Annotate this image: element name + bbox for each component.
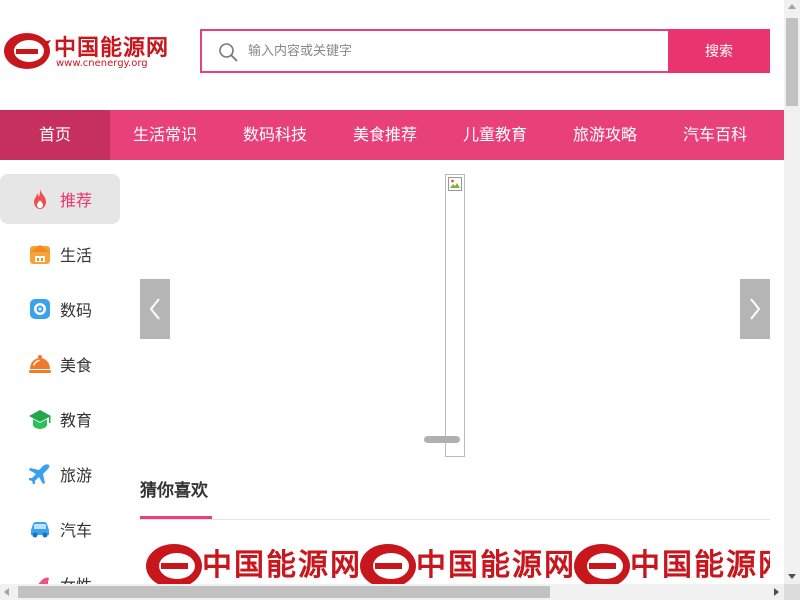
house-icon — [30, 245, 50, 264]
chevron-left-icon — [149, 298, 160, 320]
chevron-right-icon — [750, 298, 761, 320]
sidebar-item-food[interactable]: 美食 — [0, 339, 120, 389]
sidebar-item-auto[interactable]: 汽车 — [0, 504, 120, 554]
card-logo-mark-icon — [360, 544, 416, 584]
nav-item-life-tips[interactable]: 生活常识 — [110, 110, 220, 160]
scroll-left-arrow-icon[interactable] — [4, 588, 9, 596]
nav-item-kids-education[interactable]: 儿童教育 — [440, 110, 550, 160]
sidebar-item-label: 美食 — [60, 356, 93, 375]
banner-image[interactable] — [445, 174, 465, 457]
sidebar-item-recommend[interactable]: 推荐 — [0, 174, 120, 224]
vertical-scrollbar[interactable] — [784, 0, 800, 584]
card-logo-mark-icon — [146, 544, 202, 584]
nav-item-digital-tech[interactable]: 数码科技 — [220, 110, 330, 160]
recommend-card[interactable]: 中国能源网 — [140, 536, 360, 584]
sidebar-item-label: 汽车 — [60, 521, 93, 540]
sidebar-item-travel[interactable]: 旅游 — [0, 449, 120, 499]
horizontal-scrollbar[interactable] — [0, 584, 784, 600]
card-logo-text: 中国能源网 — [630, 548, 770, 583]
nav-item-home[interactable]: 首页 — [0, 110, 110, 160]
sidebar-item-label: 教育 — [60, 411, 93, 430]
nav-item-travel[interactable]: 旅游攻略 — [550, 110, 660, 160]
sidebar-item-label: 数码 — [60, 301, 93, 320]
sidebar-item-label: 生活 — [60, 246, 93, 265]
recommend-card[interactable]: 中国能源网 — [354, 536, 574, 584]
recommend-card-list: 中国能源网 中国能源网 中国能源网 — [140, 536, 770, 584]
section-divider — [140, 519, 770, 520]
broken-image-icon — [448, 177, 462, 191]
horizontal-scroll-thumb[interactable] — [18, 586, 550, 598]
banner-carousel — [140, 174, 770, 457]
search-bar: 搜索 — [200, 29, 770, 73]
site-header: 中国能源网 www.cnenergy.org 搜索 — [0, 0, 784, 110]
logo-url: www.cnenergy.org — [56, 58, 148, 69]
scrollbar-corner — [784, 584, 800, 600]
sidebar-item-life[interactable]: 生活 — [0, 229, 120, 279]
card-logo-text: 中国能源网 — [202, 548, 362, 583]
scroll-right-arrow-icon[interactable] — [774, 588, 779, 596]
scroll-up-arrow-icon[interactable] — [788, 4, 796, 9]
vertical-scroll-thumb[interactable] — [786, 18, 798, 106]
nav-item-auto[interactable]: 汽车百科 — [660, 110, 770, 160]
sidebar-item-education[interactable]: 教育 — [0, 394, 120, 444]
nav-item-food[interactable]: 美食推荐 — [330, 110, 440, 160]
carousel-next-button[interactable] — [740, 279, 770, 339]
section-title: 猜你喜欢 — [140, 481, 208, 501]
food-cloche-icon — [29, 355, 51, 373]
sidebar-item-digital[interactable]: 数码 — [0, 284, 120, 334]
search-icon — [219, 43, 238, 62]
main-nav: 首页 生活常识 数码科技 美食推荐 儿童教育 旅游攻略 汽车百科 — [0, 110, 784, 160]
scroll-down-arrow-icon[interactable] — [788, 574, 796, 579]
sidebar-item-label: 旅游 — [60, 466, 93, 485]
airplane-icon — [29, 464, 50, 484]
car-icon — [31, 522, 49, 538]
site-logo[interactable]: 中国能源网 www.cnenergy.org — [2, 28, 172, 74]
graduation-cap-icon — [29, 410, 51, 429]
card-logo-mark-icon — [574, 544, 630, 584]
carousel-indicator[interactable] — [424, 436, 460, 443]
camera-icon — [30, 299, 50, 319]
logo-mark-icon — [4, 33, 51, 69]
card-logo-text: 中国能源网 — [416, 548, 576, 583]
search-button[interactable]: 搜索 — [668, 29, 770, 73]
carousel-prev-button[interactable] — [140, 279, 170, 339]
category-sidebar: 推荐 生活 数码 美食 教育 旅游 汽车 — [0, 174, 120, 600]
sidebar-item-label: 推荐 — [60, 191, 93, 210]
fire-icon — [34, 189, 46, 209]
recommend-card[interactable]: 中国能源网 — [568, 536, 770, 584]
search-input[interactable] — [248, 31, 668, 71]
